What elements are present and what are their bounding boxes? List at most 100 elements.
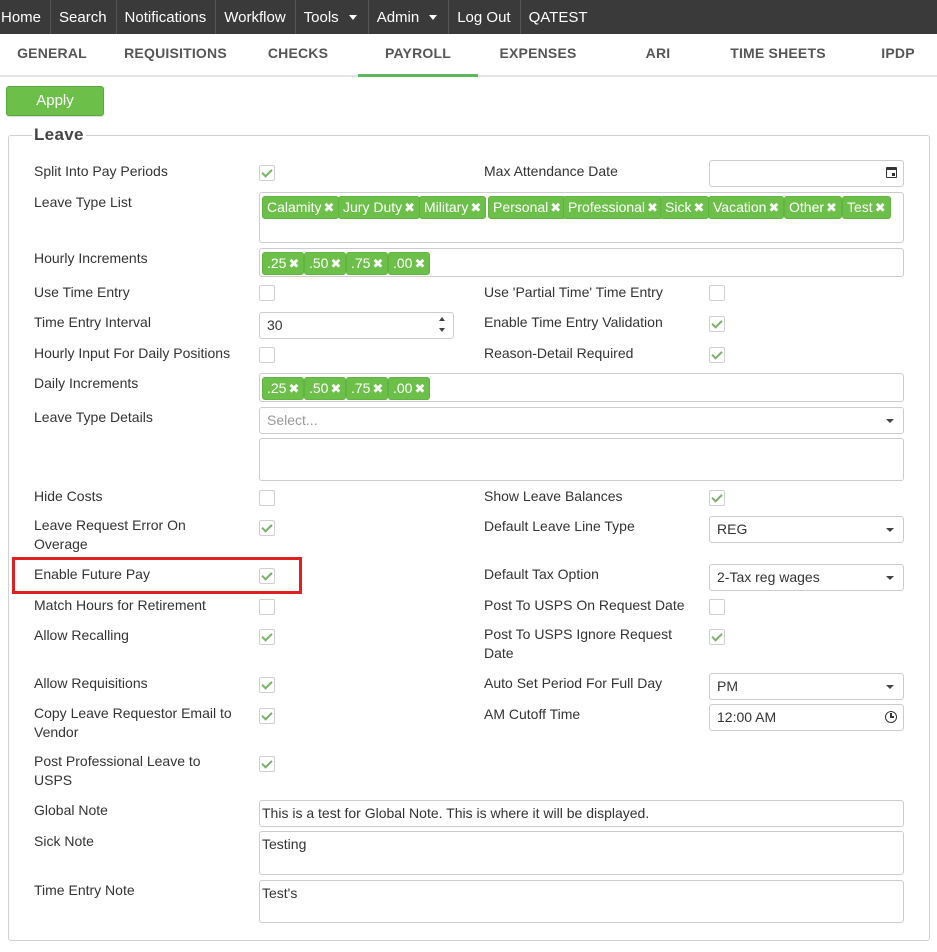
nav-home[interactable]: Home [0, 0, 52, 34]
time-entry-note-textarea[interactable]: Test's [259, 880, 904, 923]
nav-tools[interactable]: Tools [296, 0, 369, 34]
tag-label: Jury Duty [343, 199, 403, 215]
remove-tag-icon[interactable]: ✖ [330, 253, 341, 274]
remove-tag-icon[interactable]: ✖ [875, 197, 886, 218]
tab-expenses[interactable]: EXPENSES [488, 34, 588, 75]
leave-type-details-area[interactable] [259, 438, 904, 481]
am-cutoff-time-input[interactable]: 12:00 AM [709, 704, 904, 731]
daily-increments-label: Daily Increments [34, 375, 139, 391]
use-partial-time-checkbox[interactable] [709, 285, 725, 301]
hourly-input-daily-checkbox[interactable] [259, 347, 275, 363]
tab-time-sheets[interactable]: TIME SHEETS [718, 34, 838, 75]
max-attendance-date-input[interactable] [709, 160, 904, 187]
hide-costs-label: Hide Costs [34, 488, 103, 504]
post-professional-line2: USPS [34, 772, 73, 788]
remove-tag-icon[interactable]: ✖ [647, 197, 658, 218]
post-usps-ignore-label: Post To USPS Ignore Request Date [484, 625, 672, 663]
remove-tag-icon[interactable]: ✖ [693, 197, 704, 218]
time-entry-interval-input[interactable]: 30 [259, 312, 454, 339]
post-usps-request-date-checkbox[interactable] [709, 599, 725, 615]
hourly-increments-input[interactable]: .25 ✖ .50 ✖ .75 ✖ .00 ✖ [259, 248, 904, 277]
remove-tag-icon[interactable]: ✖ [826, 197, 837, 218]
post-usps-request-date-label: Post To USPS On Request Date [484, 597, 685, 613]
nav-workflow-label: Workflow [224, 8, 286, 26]
daily-increments-input[interactable]: .25 ✖ .50 ✖ .75 ✖ .00 ✖ [259, 373, 904, 402]
allow-recalling-checkbox[interactable] [259, 629, 275, 645]
nav-workflow[interactable]: Workflow [216, 0, 296, 34]
clock-icon[interactable] [885, 711, 897, 723]
nav-logout[interactable]: Log Out [449, 0, 521, 34]
leave-type-list-input[interactable]: Calamity ✖ Jury Duty ✖ Military ✖ Personal ✖… [259, 192, 904, 243]
global-note-label: Global Note [34, 802, 108, 818]
tab-ari[interactable]: ARI [608, 34, 708, 75]
tag-label: .25 [267, 255, 287, 271]
apply-button[interactable]: Apply [6, 86, 104, 116]
remove-tag-icon[interactable]: ✖ [288, 378, 299, 399]
remove-tag-icon[interactable]: ✖ [323, 197, 334, 218]
allow-requisitions-checkbox[interactable] [259, 677, 275, 693]
tab-checks[interactable]: CHECKS [248, 34, 348, 75]
am-cutoff-time-value: 12:00 AM [717, 709, 777, 725]
tag-military: Military ✖ [419, 196, 487, 219]
auto-set-period-select[interactable]: PM [709, 673, 904, 700]
leave-request-error-checkbox[interactable] [259, 520, 275, 536]
tab-general[interactable]: GENERAL [0, 34, 104, 75]
global-note-input[interactable]: This is a test for Global Note. This is … [259, 800, 904, 827]
nav-home-label: Home [1, 8, 42, 26]
am-cutoff-time-label: AM Cutoff Time [484, 706, 581, 722]
split-pay-periods-checkbox[interactable] [259, 165, 275, 181]
spin-up-icon[interactable] [439, 317, 445, 321]
match-hours-retirement-label: Match Hours for Retirement [34, 597, 206, 613]
remove-tag-icon[interactable]: ✖ [330, 378, 341, 399]
default-leave-line-type-select[interactable]: REG [709, 516, 904, 543]
sick-note-label: Sick Note [34, 833, 94, 849]
nav-tools-label: Tools [303, 8, 339, 26]
post-usps-ignore-checkbox[interactable] [709, 629, 725, 645]
tag-label: .50 [309, 255, 329, 271]
post-professional-checkbox[interactable] [259, 756, 275, 772]
tab-payroll[interactable]: PAYROLL [358, 34, 478, 77]
remove-tag-icon[interactable]: ✖ [414, 378, 425, 399]
enable-time-entry-validation-label: Enable Time Entry Validation [484, 314, 663, 330]
chevron-down-icon [886, 685, 894, 689]
nav-notifications[interactable]: Notifications [117, 0, 217, 34]
spin-down-icon[interactable] [439, 328, 445, 332]
enable-time-entry-validation-checkbox[interactable] [709, 316, 725, 332]
remove-tag-icon[interactable]: ✖ [288, 253, 299, 274]
remove-tag-icon[interactable]: ✖ [768, 197, 779, 218]
tag-daily-25: .25 ✖ [262, 377, 305, 400]
tab-ipdp[interactable]: IPDP [862, 34, 934, 75]
tag-label: Professional [568, 199, 646, 215]
remove-tag-icon[interactable]: ✖ [470, 197, 481, 218]
hide-costs-checkbox[interactable] [259, 490, 275, 506]
tag-calamity: Calamity ✖ [262, 196, 340, 219]
tag-label: .75 [351, 255, 371, 271]
allow-requisitions-label: Allow Requisitions [34, 675, 148, 691]
nav-search[interactable]: Search [51, 0, 117, 34]
leave-type-details-select[interactable]: Select... [259, 407, 904, 434]
tag-label: Military [424, 199, 469, 215]
reason-detail-required-checkbox[interactable] [709, 347, 725, 363]
remove-tag-icon[interactable]: ✖ [372, 378, 383, 399]
enable-future-pay-checkbox[interactable] [259, 568, 275, 584]
tag-jury-duty: Jury Duty ✖ [338, 196, 421, 219]
calendar-icon[interactable] [886, 167, 897, 178]
section-title: Leave [32, 125, 86, 145]
remove-tag-icon[interactable]: ✖ [404, 197, 415, 218]
sick-note-textarea[interactable]: Testing [259, 831, 904, 875]
max-attendance-date-label: Max Attendance Date [484, 163, 618, 179]
use-time-entry-checkbox[interactable] [259, 285, 275, 301]
chevron-down-icon [886, 576, 894, 580]
copy-email-checkbox[interactable] [259, 708, 275, 724]
nav-admin[interactable]: Admin [369, 0, 450, 34]
tab-requisitions[interactable]: REQUISITIONS [118, 34, 233, 75]
show-leave-balances-checkbox[interactable] [709, 490, 725, 506]
tag-label: .00 [393, 380, 413, 396]
remove-tag-icon[interactable]: ✖ [414, 253, 425, 274]
remove-tag-icon[interactable]: ✖ [550, 197, 561, 218]
match-hours-retirement-checkbox[interactable] [259, 599, 275, 615]
chevron-down-icon [429, 15, 438, 20]
default-tax-option-select[interactable]: 2-Tax reg wages [709, 564, 904, 591]
leave-request-error-label: Leave Request Error On Overage [34, 516, 186, 554]
remove-tag-icon[interactable]: ✖ [372, 253, 383, 274]
